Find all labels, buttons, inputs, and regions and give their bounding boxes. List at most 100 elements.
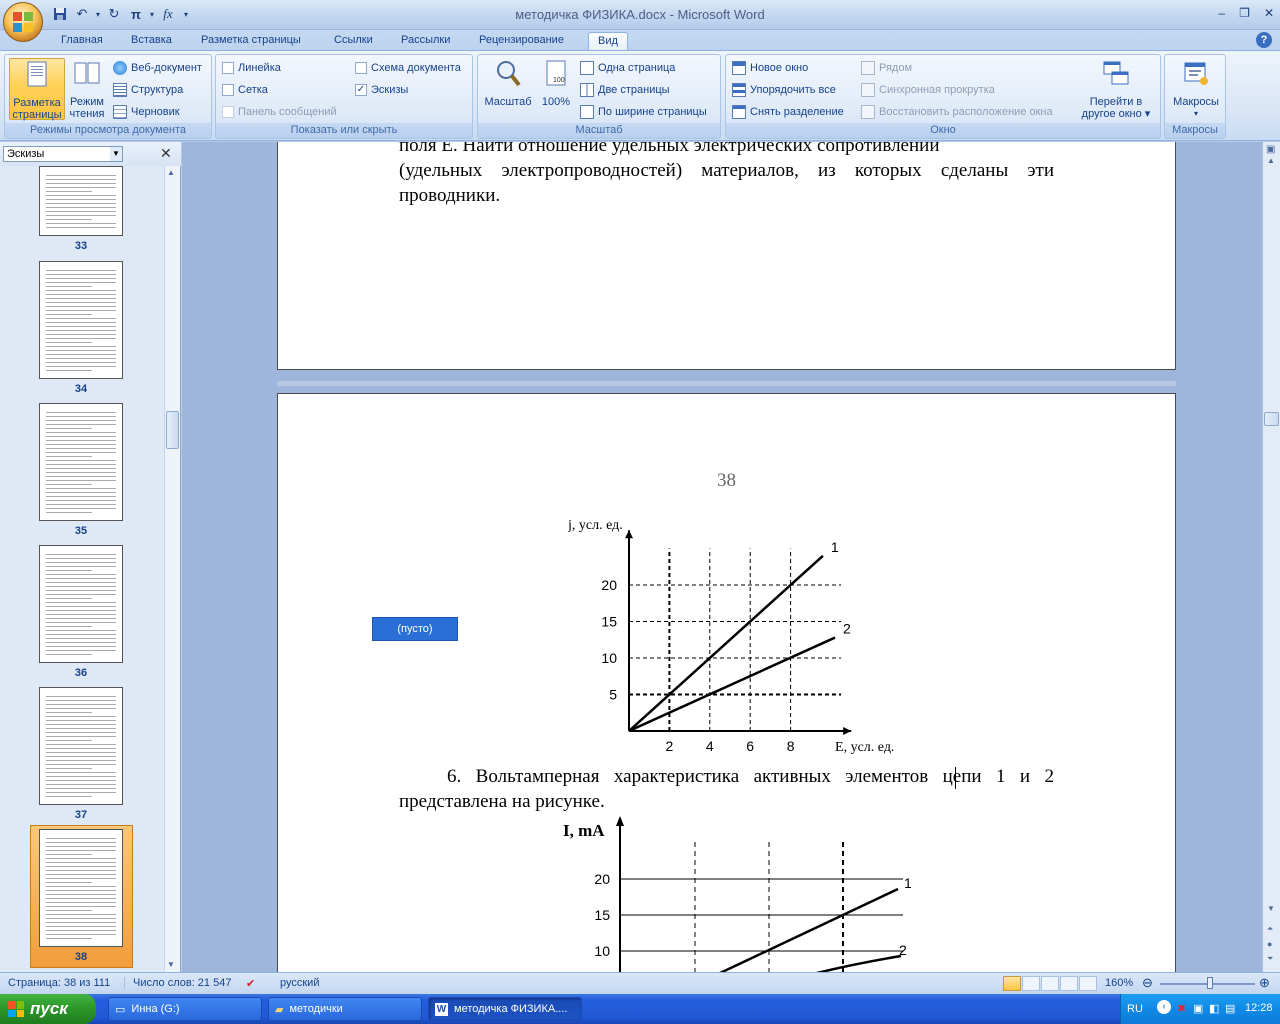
thumbnail-text-line — [46, 476, 116, 477]
empty-content-control[interactable]: (пусто) — [372, 617, 458, 641]
draft-button[interactable]: Черновик — [113, 103, 180, 121]
message-bar-checkbox[interactable]: Панель сообщений — [222, 103, 337, 121]
web-layout-button[interactable]: Веб-документ — [113, 59, 202, 77]
thumbnail-page-36[interactable] — [39, 545, 123, 663]
zoom-in-icon[interactable]: ⊕ — [1259, 975, 1270, 991]
browse-object-icon[interactable]: ● — [1267, 939, 1272, 949]
page-number: 38 — [717, 470, 736, 491]
thumbnails-checkbox[interactable]: ✓ Эскизы — [355, 81, 408, 99]
language-indicator[interactable]: русский — [280, 977, 319, 989]
remove-split-button[interactable]: Снять разделение — [732, 103, 844, 121]
office-button[interactable] — [3, 2, 43, 42]
reading-view-icon[interactable] — [1022, 976, 1040, 991]
tab-page-layout[interactable]: Разметка страницы — [192, 32, 310, 50]
grid-checkbox[interactable]: Сетка — [222, 81, 268, 99]
tray-app-icon[interactable]: ▤ — [1225, 1002, 1235, 1015]
tray-network-icon[interactable]: ▣ — [1193, 1002, 1203, 1015]
thumbnail-text-line — [46, 854, 92, 855]
tray-volume-icon[interactable]: ◧ — [1209, 1002, 1219, 1015]
tab-insert[interactable]: Вставка — [122, 32, 181, 50]
thumbnail-page-33[interactable] — [39, 166, 123, 236]
print-layout-button[interactable]: Разметка страницы — [9, 58, 65, 121]
pane-view-select[interactable]: Эскизы ▼ — [3, 146, 123, 162]
web-view-icon[interactable] — [1041, 976, 1059, 991]
close-icon[interactable]: ✕ — [160, 145, 172, 162]
thumbnail-pane: Эскизы ▼ ✕ 33 34 35 36 37 38 ▲ ▼ — [0, 142, 181, 972]
window-title: методичка ФИЗИКА.docx - Microsoft Word — [515, 7, 765, 22]
new-window-button[interactable]: Новое окно — [732, 59, 808, 77]
word-count[interactable]: Число слов: 21 547 — [124, 977, 231, 989]
zoom-100-label: 100% — [541, 96, 571, 108]
thumbnail-page-34[interactable] — [39, 261, 123, 379]
scroll-down-icon[interactable]: ▼ — [167, 960, 175, 969]
print-layout-view-icon[interactable] — [1003, 976, 1021, 991]
arrange-all-button[interactable]: Упорядочить все — [732, 81, 836, 99]
close-icon[interactable]: ✕ — [1264, 6, 1274, 20]
task-drive-label: Инна (G:) — [131, 1003, 180, 1015]
scroll-up-icon[interactable]: ▲ — [1267, 156, 1275, 165]
task-word[interactable]: Wметодичка ФИЗИКА.... — [428, 997, 582, 1021]
document-scrollbar[interactable]: ▣ ▲ ▼ ⏶ ● ⏷ — [1262, 142, 1280, 972]
language-bar[interactable]: RU — [1127, 1003, 1143, 1015]
document-area[interactable]: поля E. Найти отношение удельных электри… — [182, 142, 1262, 972]
tray-expand-icon[interactable]: ‹ — [1157, 1000, 1171, 1014]
tab-view[interactable]: Вид — [588, 32, 628, 50]
tab-review[interactable]: Рецензирование — [470, 32, 573, 50]
sync-scroll-button[interactable]: Синхронная прокрутка — [861, 81, 995, 99]
task-folder[interactable]: ▰ методички — [268, 997, 422, 1021]
scroll-down-icon[interactable]: ▼ — [1267, 904, 1275, 913]
restore-icon[interactable]: ❐ — [1239, 6, 1250, 20]
ruler-checkbox[interactable]: Линейка — [222, 59, 281, 77]
full-screen-reading-button[interactable]: Режим чтения — [67, 58, 107, 120]
thumbnail-text-line — [46, 902, 116, 903]
thumbnail-text-line — [46, 752, 116, 753]
thumbnail-page-37[interactable] — [39, 687, 123, 805]
scroll-up-icon[interactable]: ▲ — [167, 168, 175, 177]
thumbnail-scroll-thumb[interactable] — [166, 411, 179, 449]
tab-mailings[interactable]: Рассылки — [392, 32, 459, 50]
thumbnail-text-line — [46, 846, 116, 847]
help-icon[interactable]: ? — [1256, 32, 1272, 48]
macros-button[interactable]: Макросы ▾ — [1168, 58, 1224, 120]
zoom-100-button[interactable]: 100 100% — [536, 58, 576, 120]
outline-button[interactable]: Структура — [113, 81, 183, 99]
minimize-icon[interactable]: – — [1218, 6, 1225, 20]
page-width-button[interactable]: По ширине страницы — [580, 103, 707, 121]
thumbnail-text-line — [46, 187, 116, 188]
page-indicator[interactable]: Страница: 38 из 111 — [8, 977, 110, 989]
zoom-out-icon[interactable]: ⊖ — [1142, 975, 1153, 991]
thumbnail-scrollbar[interactable]: ▲ ▼ — [164, 166, 180, 972]
thumbnail-text-line — [46, 578, 116, 579]
thumbnail-page-35[interactable] — [39, 403, 123, 521]
thumbnail-text-line — [46, 456, 92, 457]
thumbnail-text-line — [46, 850, 116, 851]
draft-view-icon[interactable] — [1079, 976, 1097, 991]
thumbnail-text-line — [46, 314, 92, 315]
one-page-button[interactable]: Одна страница — [580, 59, 675, 77]
thumbnail-text-line — [46, 354, 116, 355]
zoom-button[interactable]: Масштаб — [482, 58, 534, 120]
tab-references[interactable]: Ссылки — [325, 32, 382, 50]
ruler-toggle-icon[interactable]: ▣ — [1266, 144, 1275, 155]
tray-security-icon[interactable]: ✖ — [1177, 1002, 1186, 1015]
switch-windows-button[interactable]: Перейти в другое окно ▾ — [1076, 58, 1156, 120]
previous-page-icon[interactable]: ⏶ — [1267, 924, 1273, 934]
next-page-icon[interactable]: ⏷ — [1267, 954, 1273, 964]
zoom-slider-handle[interactable] — [1207, 977, 1213, 989]
document-map-checkbox[interactable]: Схема документа — [355, 59, 461, 77]
outline-view-icon[interactable] — [1060, 976, 1078, 991]
thumbnail-text-line — [46, 792, 116, 793]
zoom-level[interactable]: 160% — [1105, 977, 1133, 989]
start-button[interactable]: пуск — [0, 994, 96, 1024]
document-scroll-thumb[interactable] — [1264, 412, 1279, 426]
thumbnail-text-line — [46, 894, 116, 895]
two-pages-button[interactable]: Две страницы — [580, 81, 670, 99]
thumbnail-page-38[interactable] — [39, 829, 123, 947]
proofing-icon[interactable]: ✔ — [246, 977, 255, 990]
reset-window-position-button[interactable]: Восстановить расположение окна — [861, 103, 1053, 121]
tab-home[interactable]: Главная — [52, 32, 112, 50]
ribbon: Разметка страницы Режим чтения Веб-докум… — [0, 50, 1280, 141]
clock[interactable]: 12:28 — [1245, 1002, 1273, 1014]
view-side-by-side-button[interactable]: Рядом — [861, 59, 912, 77]
task-drive[interactable]: ▭ Инна (G:) — [108, 997, 262, 1021]
